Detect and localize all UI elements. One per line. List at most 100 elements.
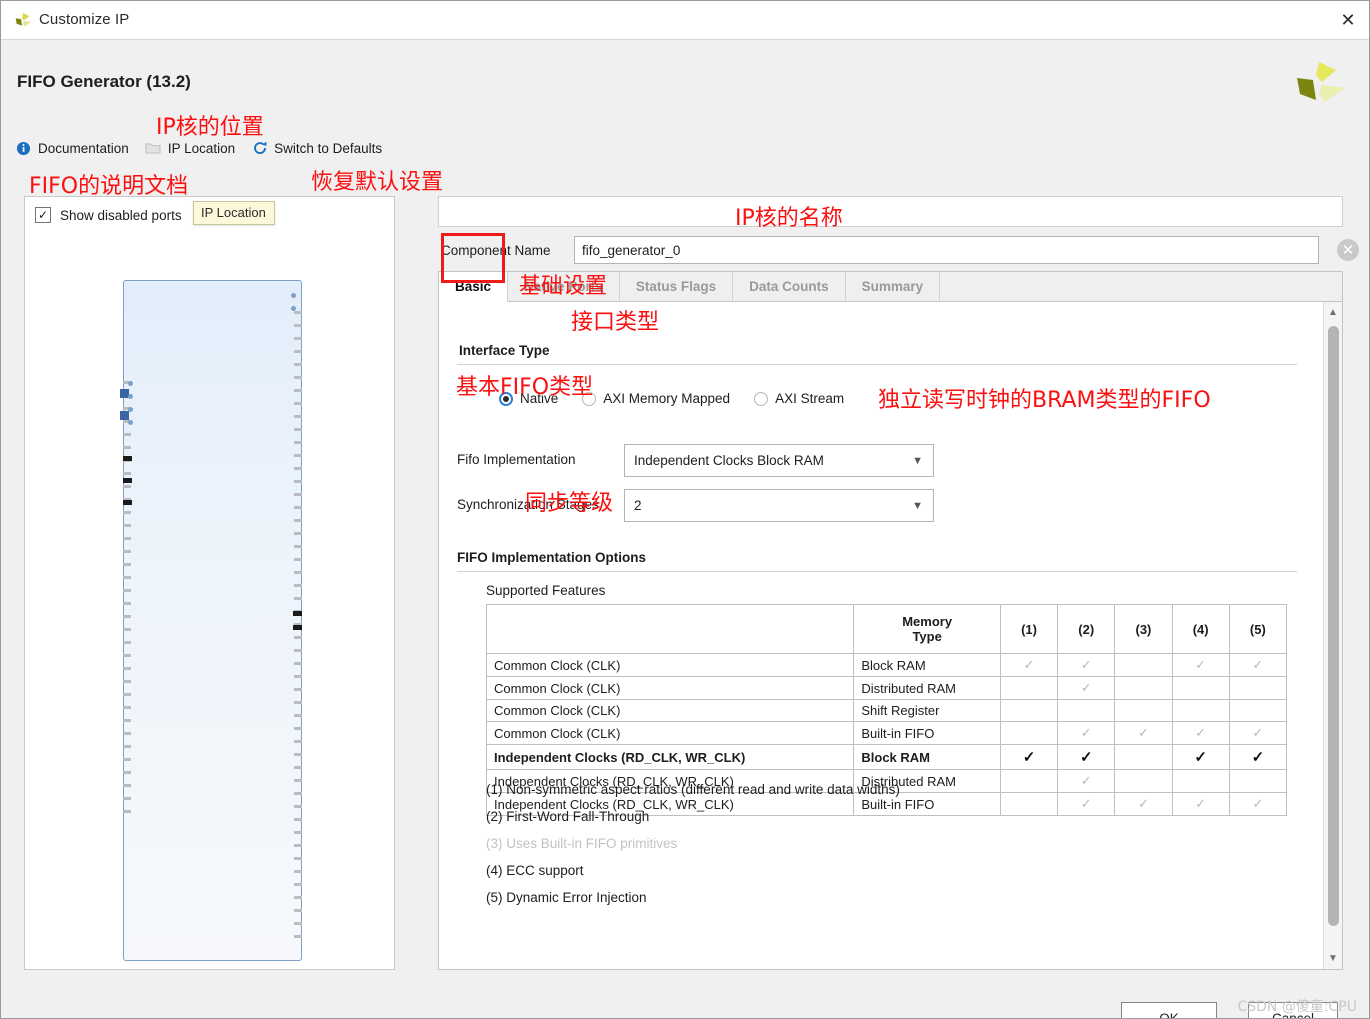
tab-summary[interactable]: Summary <box>845 272 941 301</box>
scrollbar-thumb[interactable] <box>1328 326 1339 926</box>
check-icon: ✓ <box>1251 749 1265 766</box>
tab-native-ports[interactable]: Native Ports <box>508 272 620 301</box>
cell-feature-mark-3 <box>1114 744 1173 770</box>
ip-port-stub <box>123 478 132 483</box>
chevron-down-icon[interactable]: ▼ <box>1324 950 1342 967</box>
check-icon: ✓ <box>1194 749 1207 766</box>
ip-port-stub <box>123 500 132 505</box>
footnote-5: (5) Dynamic Error Injection <box>486 890 647 905</box>
ip-port-stub <box>294 324 302 327</box>
ip-port-stub <box>294 766 302 769</box>
check-icon: ✓ <box>1195 657 1207 672</box>
radio-axi-memory-mapped-mark <box>582 391 597 406</box>
show-disabled-ports-checkbox[interactable]: ✓ Show disabled ports <box>35 207 182 223</box>
ip-port-stub <box>123 576 131 579</box>
table-header-mark-5: (5) <box>1228 604 1288 654</box>
show-disabled-ports-label: Show disabled ports <box>60 207 182 223</box>
ip-port-stub <box>294 389 302 392</box>
radio-axi-stream[interactable]: AXI Stream <box>754 391 844 406</box>
ip-port-stub <box>123 524 131 527</box>
table-row: Common Clock (CLK) Distributed RAM ✓ <box>485 676 1288 700</box>
check-icon: ✓ <box>1252 657 1264 672</box>
ip-port-stub <box>294 870 302 873</box>
memory-type-line2: Type <box>912 629 942 644</box>
cell-feature-mark-2: ✓ <box>1057 721 1116 745</box>
ip-port-stub <box>294 688 302 691</box>
tab-bar: Basic Native Ports Status Flags Data Cou… <box>439 272 1342 302</box>
ip-port-stub <box>294 480 302 483</box>
check-icon: ✓ <box>1080 680 1092 695</box>
ip-port-stub <box>294 597 302 600</box>
cell-feature-mark-5 <box>1228 769 1288 793</box>
ip-port-stub <box>123 511 131 514</box>
chevron-up-icon[interactable]: ▲ <box>1324 304 1342 321</box>
radio-native-mark <box>499 391 513 406</box>
cell-feature-mark-4: ✓ <box>1171 721 1230 745</box>
cell-feature-mark-5 <box>1228 699 1288 722</box>
dialog-body: FIFO Generator (13.2) Documentation IP L… <box>1 40 1369 1018</box>
cell-feature-mark-2: ✓ <box>1057 676 1116 700</box>
ip-port-stub <box>123 654 131 657</box>
refresh-icon <box>251 140 268 157</box>
close-icon[interactable]: ✕ <box>1325 1 1369 39</box>
ip-port-stub <box>128 381 133 386</box>
table-header-mark-2: (2) <box>1057 604 1116 654</box>
check-icon: ✓ <box>1022 749 1036 766</box>
tab-basic[interactable]: Basic <box>439 272 509 302</box>
table-header-clock <box>485 604 855 654</box>
cell-feature-mark-1: ✓ <box>999 653 1059 677</box>
cell-feature-mark-5 <box>1228 676 1288 700</box>
radio-axi-memory-mapped[interactable]: AXI Memory Mapped <box>582 391 730 406</box>
check-icon: ✓ <box>1252 725 1264 740</box>
toolbar-item-documentation[interactable]: Documentation <box>15 140 129 157</box>
ip-port-stub <box>294 376 302 379</box>
tab-status-flags[interactable]: Status Flags <box>619 272 734 301</box>
cell-feature-mark-2 <box>1057 699 1116 722</box>
content-scrollbar[interactable]: ▲ ▼ <box>1323 302 1342 969</box>
toolbar-item-switch-to-defaults[interactable]: Switch to Defaults <box>251 140 382 157</box>
ip-location-tooltip: IP Location <box>193 201 275 225</box>
synchronization-stages-label: Synchronization Stages <box>457 497 599 512</box>
ip-port-stub <box>294 493 302 496</box>
ip-port-stub <box>123 615 131 618</box>
table-row: Independent Clocks (RD_CLK, WR_CLK) Block… <box>485 744 1288 770</box>
cell-feature-mark-4 <box>1171 699 1230 722</box>
table-header-mark-4: (4) <box>1171 604 1230 654</box>
xilinx-logo-icon <box>15 12 32 27</box>
check-icon: ✓ <box>1195 725 1207 740</box>
ip-port-stub <box>123 732 131 735</box>
clear-circle-x-icon[interactable]: ✕ <box>1337 239 1359 261</box>
ip-port-stub <box>294 714 302 717</box>
radio-native[interactable]: Native <box>499 391 558 406</box>
cell-memory-type: Shift Register <box>853 699 1001 722</box>
ip-port-stub <box>294 337 302 340</box>
window-titlebar: Customize IP ✕ <box>1 1 1369 40</box>
footnote-4: (4) ECC support <box>486 863 584 878</box>
table-header-mark-1: (1) <box>999 604 1059 654</box>
toolbar: Documentation IP Location Switch to Defa… <box>15 137 398 159</box>
check-icon: ✓ <box>1080 796 1092 811</box>
cell-feature-mark-3 <box>1114 699 1173 722</box>
cell-feature-mark-2: ✓ <box>1057 744 1116 770</box>
chevron-down-icon: ▼ <box>912 454 923 467</box>
ip-port-stub <box>123 628 131 631</box>
interface-type-heading: Interface Type <box>459 343 550 358</box>
cell-feature-mark-5: ✓ <box>1228 721 1288 745</box>
cell-feature-mark-3: ✓ <box>1114 721 1173 745</box>
cell-feature-mark-3: ✓ <box>1114 792 1173 816</box>
ip-port-stub <box>294 636 302 639</box>
synchronization-stages-select[interactable]: 2 ▼ <box>624 489 934 522</box>
fifo-implementation-select[interactable]: Independent Clocks Block RAM ▼ <box>624 444 934 477</box>
ip-port-stub <box>294 311 302 314</box>
toolbar-label-documentation: Documentation <box>38 140 129 156</box>
basic-tab-content: Interface Type Native AXI Memory Mapped … <box>439 302 1317 969</box>
toolbar-item-ip-location[interactable]: IP Location <box>145 140 235 157</box>
tab-data-counts[interactable]: Data Counts <box>733 272 846 301</box>
ip-port-stub <box>294 883 302 886</box>
check-icon: ✓ <box>1080 773 1092 788</box>
ok-button[interactable]: OK <box>1121 1002 1217 1018</box>
component-name-input[interactable] <box>574 236 1319 264</box>
ip-port-stub <box>294 454 302 457</box>
ip-port-stub <box>294 935 302 938</box>
cell-clock-domain: Common Clock (CLK) <box>485 699 855 722</box>
